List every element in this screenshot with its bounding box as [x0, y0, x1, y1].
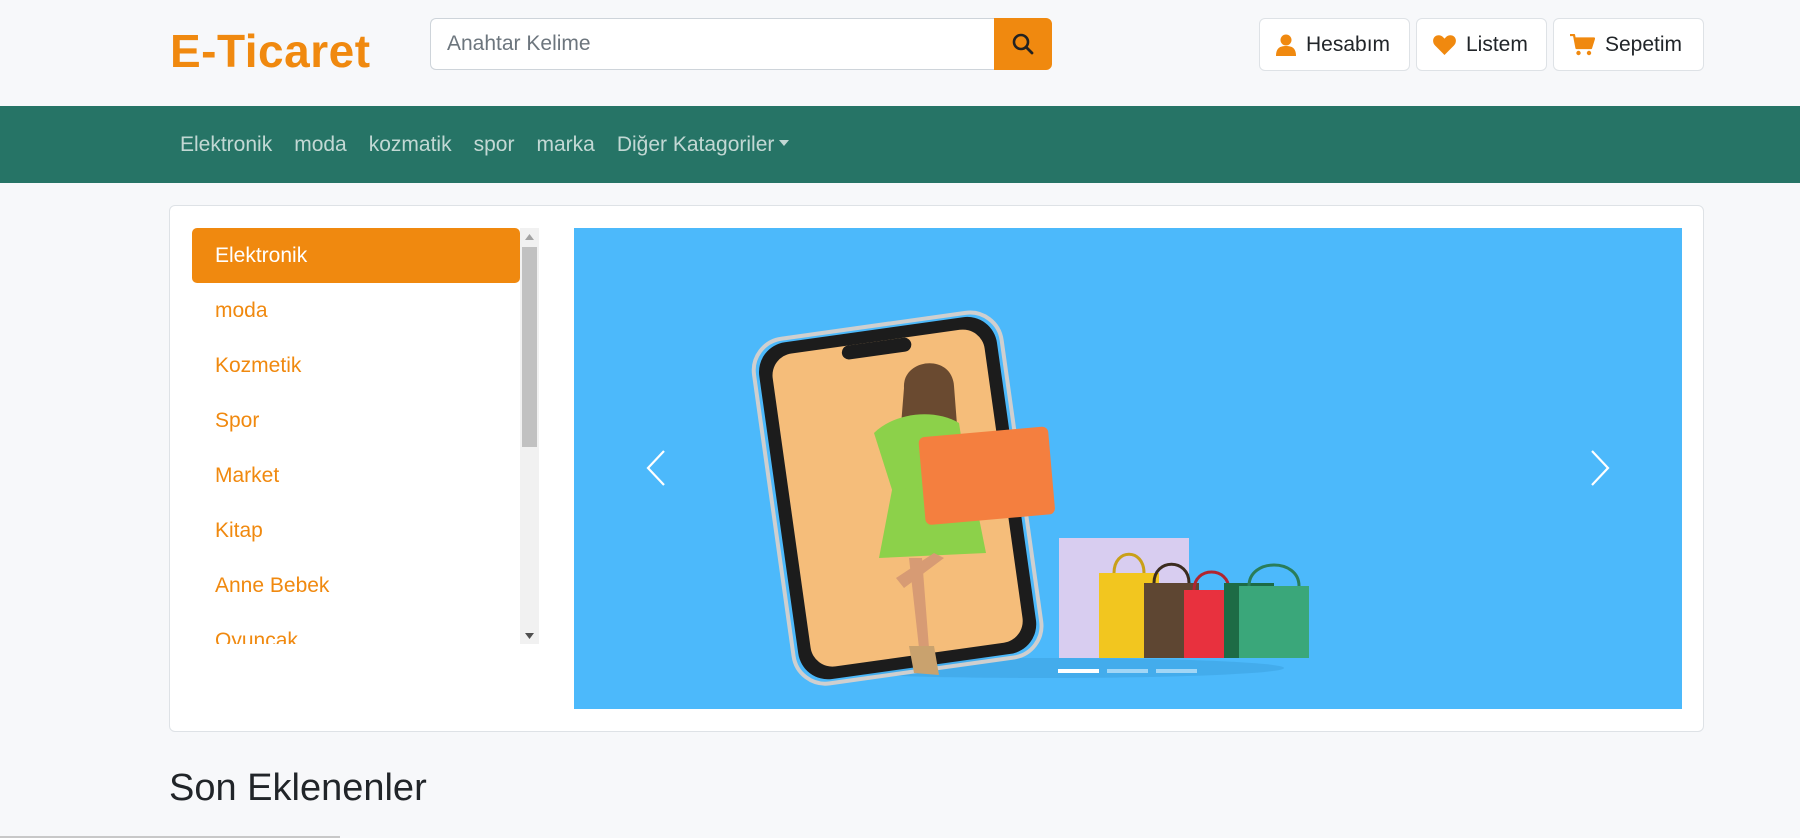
- scroll-up-arrow-icon[interactable]: [520, 228, 539, 245]
- scrollbar-thumb[interactable]: [522, 247, 537, 447]
- carousel-indicator-1[interactable]: [1058, 669, 1099, 673]
- search-button[interactable]: [994, 18, 1052, 70]
- other-categories-dropdown[interactable]: Diğer Katagoriler: [606, 133, 801, 157]
- category-item-moda[interactable]: moda: [192, 283, 520, 338]
- account-label: Hesabım: [1306, 32, 1391, 56]
- category-navbar: Elektronik moda kozmatik spor marka Diğe…: [0, 106, 1800, 183]
- search-input[interactable]: [430, 18, 994, 70]
- category-item-spor[interactable]: Spor: [192, 393, 520, 448]
- category-item-kitap[interactable]: Kitap: [192, 503, 520, 558]
- hero-carousel[interactable]: [574, 228, 1682, 709]
- nav-link-moda[interactable]: moda: [283, 133, 358, 157]
- account-button[interactable]: Hesabım: [1259, 18, 1410, 71]
- cart-button[interactable]: Sepetim: [1553, 18, 1704, 71]
- carousel-prev-button[interactable]: [636, 438, 676, 498]
- cart-icon: [1570, 33, 1595, 55]
- nav-link-spor[interactable]: spor: [463, 133, 526, 157]
- section-title: Son Eklenenler: [169, 767, 427, 809]
- category-item-elektronik[interactable]: Elektronik: [192, 228, 520, 283]
- search-icon: [1012, 33, 1034, 55]
- carousel-indicator-2[interactable]: [1107, 669, 1148, 673]
- carousel-slide-image: [751, 310, 1309, 686]
- category-item-oyuncak[interactable]: Oyuncak: [192, 613, 520, 645]
- category-list-scrollbar[interactable]: [520, 228, 539, 644]
- wishlist-label: Listem: [1466, 32, 1528, 56]
- category-list[interactable]: Elektronik moda Kozmetik Spor Market Kit…: [192, 228, 520, 644]
- nav-link-elektronik[interactable]: Elektronik: [170, 133, 283, 157]
- other-categories-label: Diğer Katagoriler: [616, 132, 775, 156]
- search-bar: [430, 18, 1052, 70]
- scroll-down-arrow-icon[interactable]: [520, 627, 539, 644]
- chevron-right-icon: [1591, 450, 1610, 486]
- heart-icon: [1433, 34, 1456, 55]
- wishlist-button[interactable]: Listem: [1416, 18, 1547, 71]
- brand-logo[interactable]: E-Ticaret: [170, 24, 371, 78]
- category-item-kozmetik[interactable]: Kozmetik: [192, 338, 520, 393]
- chevron-left-icon: [646, 450, 665, 486]
- hero-card: Elektronik moda Kozmetik Spor Market Kit…: [169, 205, 1704, 732]
- caret-down-icon: [779, 139, 790, 146]
- carousel-indicators: [1058, 669, 1197, 673]
- carousel-indicator-3[interactable]: [1156, 669, 1197, 673]
- cart-label: Sepetim: [1605, 32, 1683, 56]
- carousel-next-button[interactable]: [1580, 438, 1620, 498]
- header: E-Ticaret Hesabım Listem Sepetim: [0, 0, 1800, 106]
- nav-link-kozmatik[interactable]: kozmatik: [358, 133, 463, 157]
- user-icon: [1276, 34, 1296, 56]
- category-item-anne-bebek[interactable]: Anne Bebek: [192, 558, 520, 613]
- nav-link-marka[interactable]: marka: [525, 133, 605, 157]
- category-item-market[interactable]: Market: [192, 448, 520, 503]
